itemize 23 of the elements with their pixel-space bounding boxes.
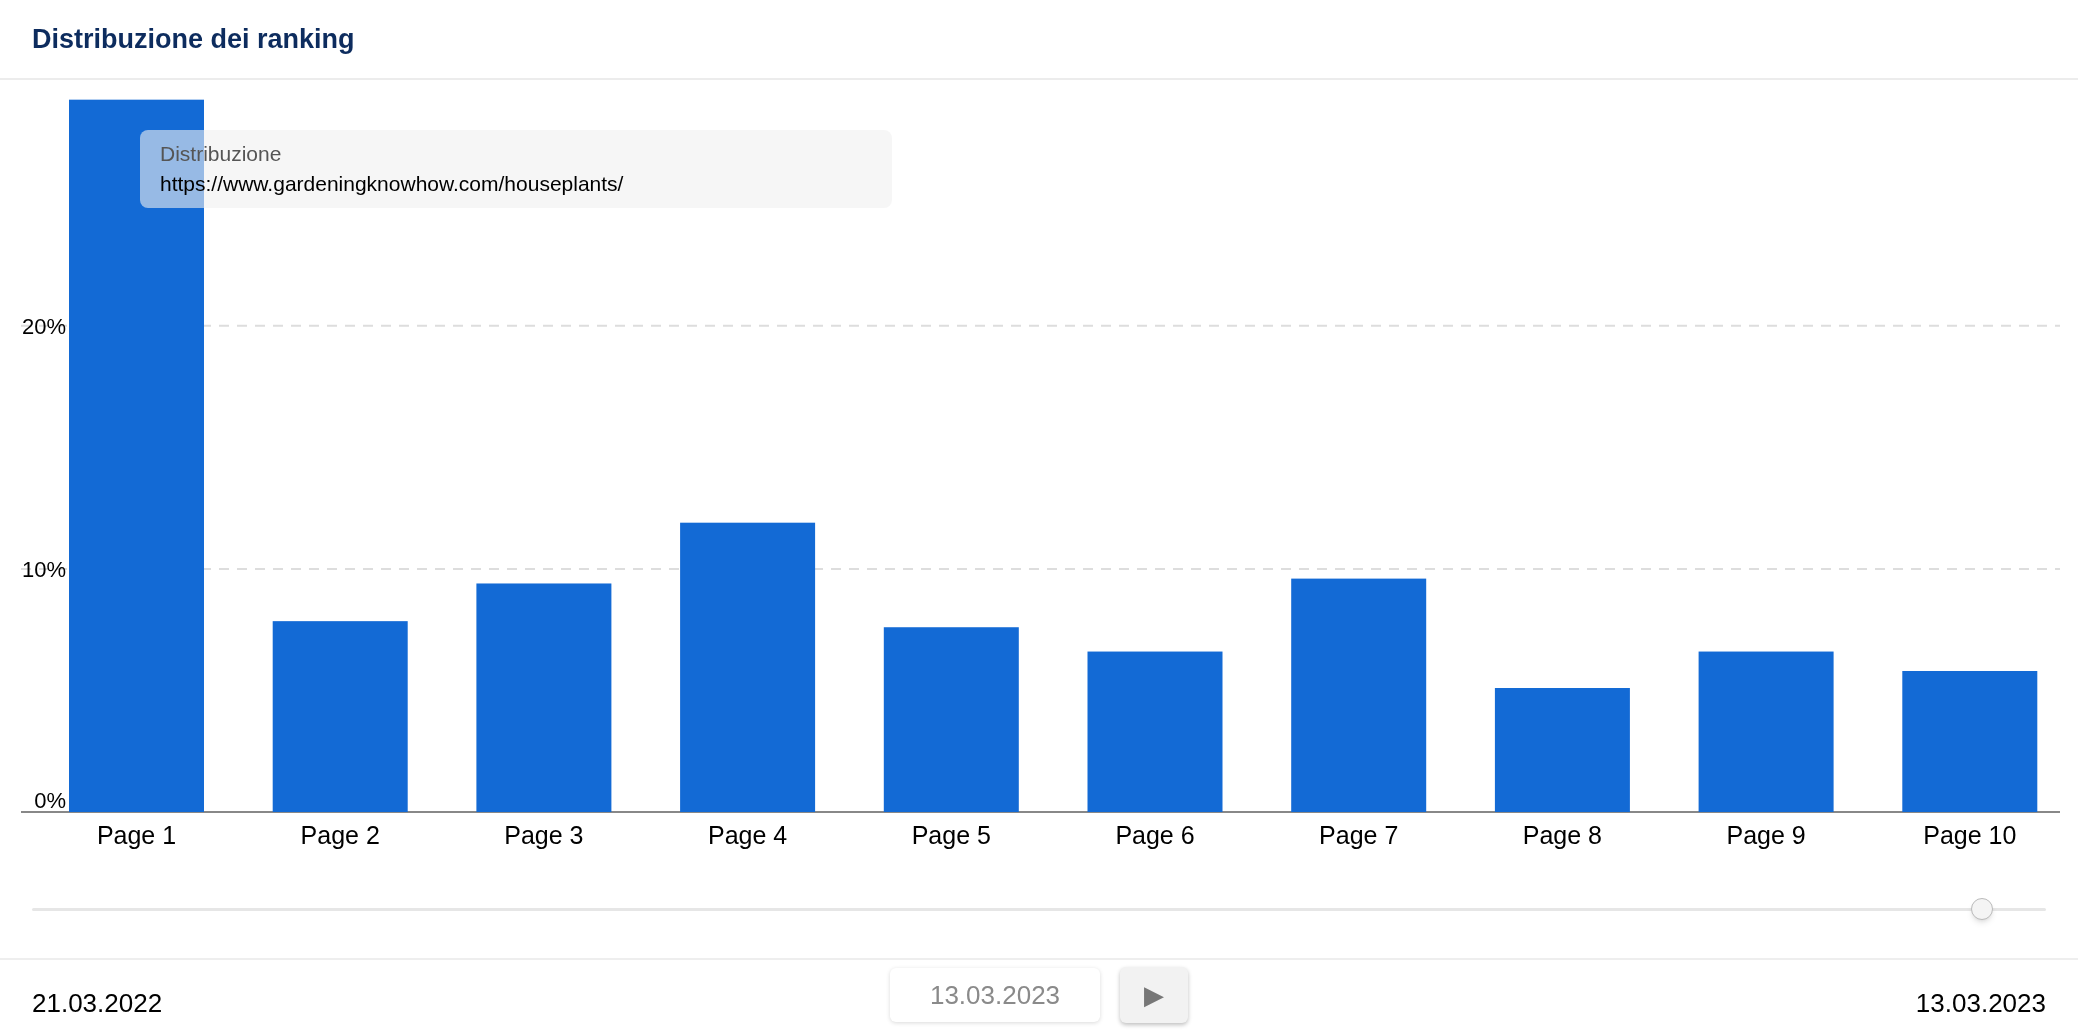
x-axis-label: Page 1 (96, 821, 177, 849)
bar[interactable] (1087, 651, 1223, 812)
bar[interactable] (1698, 651, 1834, 812)
slider-handle[interactable] (1970, 898, 1993, 920)
x-axis-label: Page 10 (1923, 821, 2017, 849)
y-axis-label: 10% (21, 556, 66, 582)
x-axis-label: Page 7 (1319, 821, 1399, 849)
play-button[interactable]: ▶ (1120, 967, 1188, 1023)
x-axis-label: Page 5 (911, 821, 991, 849)
y-axis-label: 0% (34, 788, 66, 813)
x-axis-label: Page 4 (707, 821, 788, 849)
timeline-slider[interactable] (32, 899, 2046, 919)
x-axis-label: Page 6 (1115, 821, 1195, 849)
x-axis-label: Page 2 (300, 821, 380, 849)
tooltip-url: https://www.gardeningknowhow.com/houseplants/ (160, 171, 625, 197)
start-date: 21.03.2022 (32, 986, 164, 1020)
x-axis-label: Page 8 (1522, 821, 1603, 849)
card-title: Distribuzione dei ranking (32, 22, 355, 56)
y-axis-label: 20% (21, 313, 66, 339)
x-axis-label: Page 3 (504, 821, 584, 849)
end-date: 13.03.2023 (1914, 986, 2046, 1020)
x-axis-label: Page 9 (1726, 821, 1806, 849)
current-date-field: 13.03.2023 (890, 968, 1100, 1022)
